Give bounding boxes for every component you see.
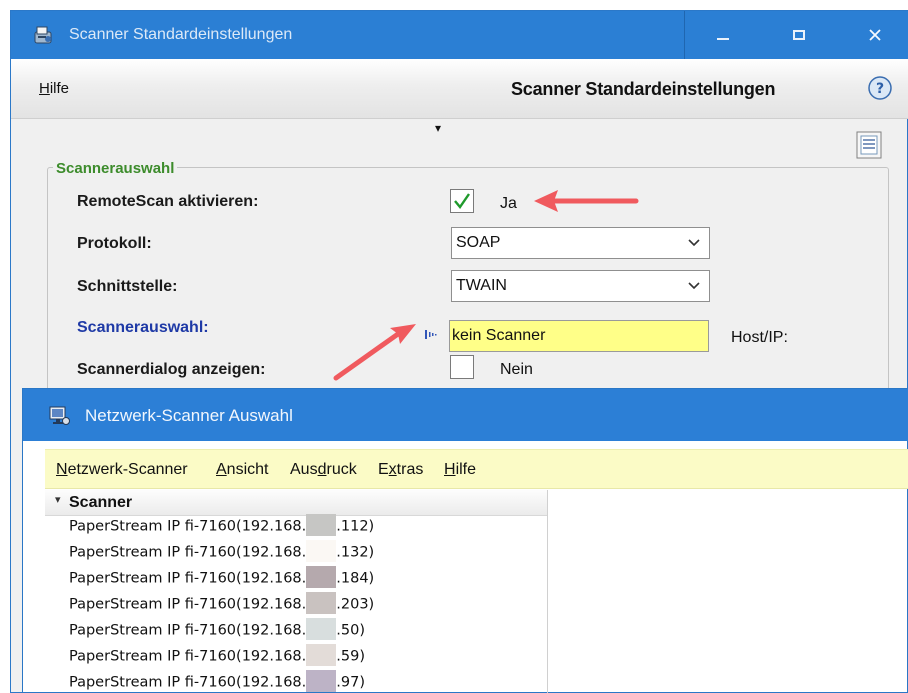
scanner-dialog-value: Nein [500,361,533,378]
scanner-app-icon [34,26,52,44]
redacted-ip-block [306,592,337,614]
close-icon [869,29,881,41]
menu-accel: N [56,461,68,478]
help-icon[interactable]: ? [867,75,893,101]
menu-hilfe-text: ilfe [49,80,70,97]
scanner-ip-suffix: .132) [336,544,375,561]
scanner-selection-link[interactable]: Scannerauswahl: [77,319,209,337]
checklist-settings-icon[interactable] [856,131,882,159]
menu-ansicht[interactable]: Ansicht [216,461,268,479]
menu-hilfe-accel: H [39,80,50,97]
table-row[interactable]: PaperStream IP fi-7160(192.168. .97) [69,670,365,693]
page-heading: Scanner Standardeinstellungen [511,79,776,99]
network-titlebar[interactable]: Netzwerk-Scanner Auswahl [23,389,908,441]
redacted-ip-block [306,670,337,692]
maximize-button[interactable] [761,11,837,59]
hostip-label: Host/IP: [731,329,788,346]
minimize-icon [717,38,729,40]
schnittstelle-select[interactable]: TWAIN [451,270,710,302]
scanner-ip-suffix: .184) [336,570,375,587]
minimize-button[interactable] [685,11,761,59]
menu-accel: A [216,461,227,478]
scanner-ip-suffix: .97) [336,674,365,691]
scanner-name-text: PaperStream IP fi-7160(192.168. [69,570,307,587]
menu-ausdruck[interactable]: Ausdruck [290,461,357,479]
main-menubar: Hilfe Scanner Standardeinstellungen ? [11,59,908,119]
chevron-down-icon [688,282,700,290]
network-scanner-icon [49,406,70,425]
menu-text: Aus [290,461,318,478]
protokoll-select[interactable]: SOAP [451,227,710,259]
annotation-arrow-left [534,190,639,212]
checkmark-icon [454,193,470,209]
protokoll-value: SOAP [456,234,501,251]
maximize-icon [793,30,805,40]
redacted-ip-block [306,514,337,536]
menu-hilfe-network[interactable]: Hilfe [444,461,476,479]
collapse-triangle-icon[interactable]: ▾ [55,493,61,506]
schnittstelle-value: TWAIN [456,277,507,294]
scanner-tree-header[interactable]: ▾ Scanner [45,490,547,516]
scanner-ip-suffix: .112) [336,518,375,535]
menu-extras[interactable]: Extras [378,461,423,479]
browse-dots-icon[interactable] [423,326,439,342]
scanner-name-text: PaperStream IP fi-7160(192.168. [69,544,307,561]
redacted-ip-block [306,566,337,588]
remote-scan-label: RemoteScan aktivieren: [77,193,259,210]
network-menubar: Netzwerk-Scanner Ansicht Ausdruck Extras… [45,449,908,489]
scanner-name-text: PaperStream IP fi-7160(192.168. [69,674,307,691]
main-window-title: Scanner Standardeinstellungen [69,26,293,43]
menu-text: nsicht [226,461,269,478]
redacted-ip-block [306,618,337,640]
scanner-dialog-checkbox[interactable] [450,355,474,379]
menu-accel: x [388,461,397,478]
scanner-name-text: PaperStream IP fi-7160(192.168. [69,518,307,535]
chevron-down-icon [688,239,700,247]
annotation-arrow-diagonal [333,324,416,381]
tree-header-label: Scanner [69,494,133,511]
tree-divider [547,490,548,693]
protokoll-label: Protokoll: [77,235,152,252]
remote-scan-checkbox[interactable] [450,189,474,213]
scanner-field[interactable]: kein Scanner [449,320,709,352]
network-scanner-window: Netzwerk-Scanner Auswahl Netzwerk-Scanne… [22,388,908,693]
menu-text: E [378,461,389,478]
scanner-field-value: kein Scanner [452,327,546,344]
scanner-dialog-label: Scannerdialog anzeigen: [77,361,266,378]
scanner-name-text: PaperStream IP fi-7160(192.168. [69,648,307,665]
scanner-ip-suffix: .50) [336,622,365,639]
scanner-name-text: PaperStream IP fi-7160(192.168. [69,622,307,639]
main-titlebar[interactable]: Scanner Standardeinstellungen [11,11,908,59]
menu-text: etzwerk-Scanner [67,461,188,478]
menu-accel: H [444,461,456,478]
schnittstelle-label: Schnittstelle: [77,278,178,295]
menu-netzwerk-scanner[interactable]: Netzwerk-Scanner [56,461,188,479]
scanner-name-text: PaperStream IP fi-7160(192.168. [69,596,307,613]
scanner-ip-suffix: .59) [336,648,365,665]
redacted-ip-block [306,540,337,562]
redacted-ip-block [306,644,337,666]
menu-hilfe[interactable]: Hilfe [39,80,69,97]
close-button[interactable] [837,11,908,59]
group-title: Scannerauswahl [53,160,178,177]
svg-text:?: ? [876,81,884,97]
menu-text: ruck [326,461,357,478]
network-window-title: Netzwerk-Scanner Auswahl [85,406,293,425]
menu-text: tras [396,461,424,478]
menu-text: ilfe [455,461,477,478]
scanner-ip-suffix: .203) [336,596,375,613]
remote-scan-value: Ja [500,195,517,212]
collapse-caret-icon[interactable]: ▾ [435,121,441,135]
